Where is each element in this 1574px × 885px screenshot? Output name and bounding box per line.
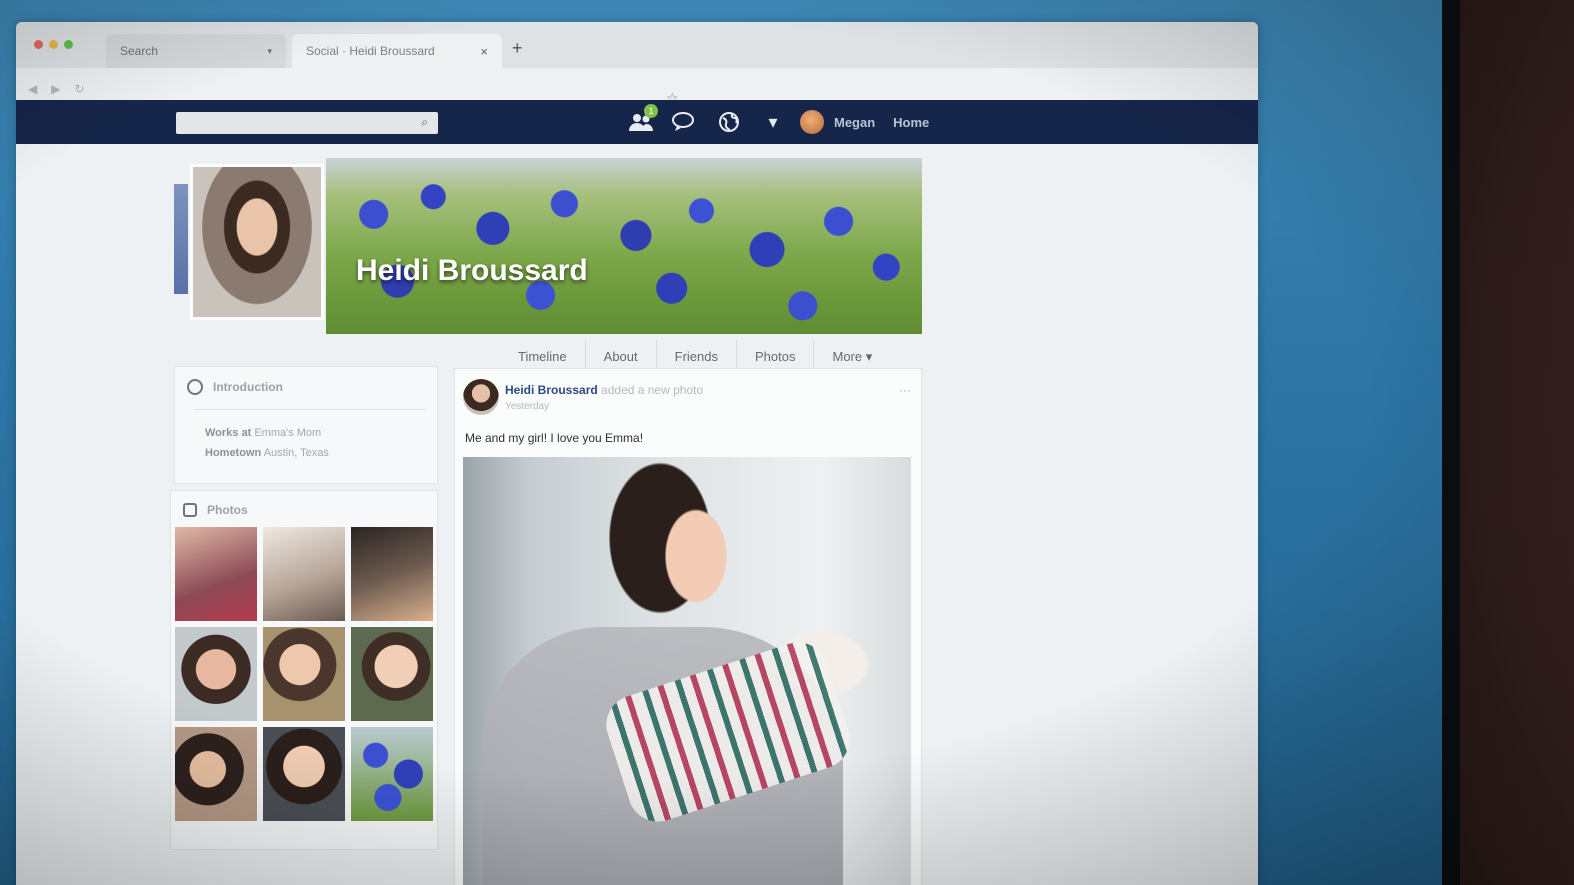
- photos-title: Photos: [183, 503, 248, 517]
- messages-icon[interactable]: [672, 110, 698, 134]
- tab-label: Social · Heidi Broussard: [306, 44, 435, 58]
- scene: Search ▾ Social · Heidi Broussard × + ◀ …: [0, 0, 1574, 885]
- photo-thumbnail[interactable]: [263, 627, 345, 721]
- search-input[interactable]: ⌕: [176, 112, 438, 134]
- post-photo[interactable]: [463, 457, 911, 885]
- chevron-down-icon: ▾: [267, 45, 272, 56]
- intro-title: Introduction: [187, 379, 283, 395]
- photo-thumbnail[interactable]: [351, 527, 433, 621]
- intro-title-label: Introduction: [213, 380, 283, 394]
- friends-icon[interactable]: 1: [628, 104, 658, 134]
- window-controls: [34, 40, 73, 49]
- reload-icon[interactable]: ↻: [74, 82, 84, 96]
- post-author[interactable]: Heidi Broussard: [505, 383, 598, 397]
- post-card: Heidi Broussard added a new photo Yester…: [454, 368, 922, 885]
- tab-label: Search: [120, 44, 159, 58]
- forward-icon[interactable]: ▶: [51, 82, 60, 96]
- dropdown-icon[interactable]: ▾: [760, 110, 786, 134]
- hometown-value[interactable]: Austin, Texas: [264, 447, 329, 459]
- back-icon[interactable]: ◀: [28, 82, 37, 96]
- photo-thumbnail[interactable]: [351, 627, 433, 721]
- photo-thumbnail[interactable]: [351, 727, 433, 821]
- chevron-down-icon: ▾: [865, 349, 873, 364]
- user-name[interactable]: Megan: [834, 115, 875, 130]
- site-header: ⌕ 1 ▾ Megan Home: [16, 100, 1258, 144]
- notification-badge: 1: [644, 104, 658, 118]
- avatar[interactable]: [463, 379, 499, 415]
- globe-icon: [187, 379, 203, 395]
- header-icons: 1 ▾: [628, 104, 786, 134]
- globe-icon[interactable]: [716, 110, 742, 134]
- minimize-window-button[interactable]: [49, 40, 58, 49]
- browser-window: Search ▾ Social · Heidi Broussard × + ◀ …: [16, 22, 1258, 885]
- intro-hometown: Hometown Austin, Texas: [205, 447, 329, 459]
- close-window-button[interactable]: [34, 40, 43, 49]
- intro-card: Introduction Works at Emma's Mom Hometow…: [174, 366, 438, 484]
- cover-edge: [174, 184, 188, 294]
- tab-more-label: More: [832, 349, 863, 364]
- monitor-screen: Search ▾ Social · Heidi Broussard × + ◀ …: [0, 0, 1460, 885]
- photos-title-label[interactable]: Photos: [207, 503, 248, 517]
- photo-thumbnail[interactable]: [263, 727, 345, 821]
- home-link[interactable]: Home: [893, 115, 929, 130]
- navigation-buttons: ◀ ▶ ↻: [28, 82, 85, 96]
- profile-page: Heidi Broussard Timeline About Friends P…: [16, 144, 1258, 885]
- photo-thumbnail[interactable]: [175, 627, 257, 721]
- post-timestamp[interactable]: Yesterday: [505, 401, 549, 412]
- more-options-icon[interactable]: ···: [899, 383, 911, 397]
- intro-works: Works at Emma's Mom: [205, 427, 321, 439]
- divider: [195, 409, 425, 410]
- search-icon[interactable]: ⌕: [421, 115, 428, 130]
- tab-social-profile[interactable]: Social · Heidi Broussard ×: [292, 34, 502, 68]
- photo-thumbnail[interactable]: [175, 727, 257, 821]
- photo-grid: [171, 527, 437, 821]
- header-user[interactable]: Megan Home: [800, 110, 929, 134]
- post-action: added a new photo: [601, 383, 704, 397]
- works-label: Works at: [205, 427, 252, 439]
- hometown-label: Hometown: [205, 447, 262, 459]
- new-tab-button[interactable]: +: [512, 38, 523, 59]
- browser-titlebar: Search ▾ Social · Heidi Broussard × +: [16, 22, 1258, 68]
- maximize-window-button[interactable]: [64, 40, 73, 49]
- profile-picture[interactable]: [190, 164, 324, 320]
- post-text: Me and my girl! I love you Emma!: [465, 431, 644, 445]
- works-value[interactable]: Emma's Mom: [254, 427, 321, 439]
- photo-thumbnail[interactable]: [263, 527, 345, 621]
- photo-thumbnail[interactable]: [175, 527, 257, 621]
- photo-icon: [183, 503, 197, 517]
- photos-card: Photos: [170, 490, 438, 850]
- close-tab-icon[interactable]: ×: [480, 44, 488, 59]
- avatar[interactable]: [800, 110, 824, 134]
- profile-name: Heidi Broussard: [356, 254, 588, 287]
- tab-search[interactable]: Search ▾: [106, 34, 286, 68]
- post-header: Heidi Broussard added a new photo: [505, 383, 703, 397]
- cover-photo[interactable]: Heidi Broussard: [326, 158, 922, 334]
